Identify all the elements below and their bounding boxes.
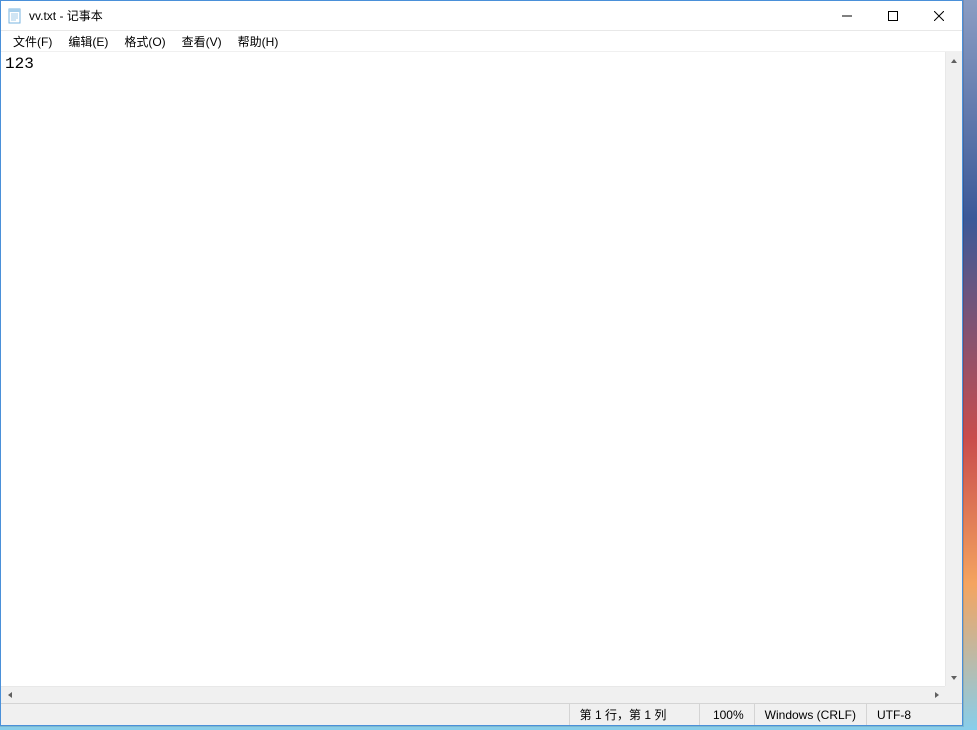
status-line-ending: Windows (CRLF) xyxy=(755,704,867,725)
horizontal-scrollbar[interactable] xyxy=(1,686,945,703)
text-editor[interactable] xyxy=(1,52,945,686)
scroll-up-arrow-icon[interactable] xyxy=(946,52,962,69)
menu-format[interactable]: 格式(O) xyxy=(116,31,173,52)
notepad-window: vv.txt - 记事本 文件(F) 编辑(E) 格式(O) 查看(V) 帮助(… xyxy=(0,0,963,726)
close-button[interactable] xyxy=(916,1,962,31)
scroll-right-arrow-icon[interactable] xyxy=(928,687,945,703)
status-encoding: UTF-8 xyxy=(867,704,962,725)
vertical-scrollbar[interactable] xyxy=(945,52,962,686)
status-spacer xyxy=(1,704,570,725)
menu-edit[interactable]: 编辑(E) xyxy=(60,31,116,52)
scroll-corner xyxy=(945,686,962,703)
notepad-icon xyxy=(7,8,23,24)
scroll-down-arrow-icon[interactable] xyxy=(946,669,962,686)
hscroll-track[interactable] xyxy=(18,687,928,703)
menu-file[interactable]: 文件(F) xyxy=(5,31,60,52)
window-title: vv.txt - 记事本 xyxy=(29,7,824,24)
horizontal-scroll-row xyxy=(1,686,962,703)
scroll-left-arrow-icon[interactable] xyxy=(1,687,18,703)
editor-container xyxy=(1,52,962,686)
minimize-button[interactable] xyxy=(824,1,870,31)
menu-view[interactable]: 查看(V) xyxy=(174,31,230,52)
status-zoom: 100% xyxy=(700,704,755,725)
window-controls xyxy=(824,1,962,30)
titlebar[interactable]: vv.txt - 记事本 xyxy=(1,1,962,31)
menu-help[interactable]: 帮助(H) xyxy=(230,31,287,52)
maximize-button[interactable] xyxy=(870,1,916,31)
status-cursor-position: 第 1 行，第 1 列 xyxy=(570,704,700,725)
statusbar: 第 1 行，第 1 列 100% Windows (CRLF) UTF-8 xyxy=(1,703,962,725)
menubar: 文件(F) 编辑(E) 格式(O) 查看(V) 帮助(H) xyxy=(1,31,962,52)
